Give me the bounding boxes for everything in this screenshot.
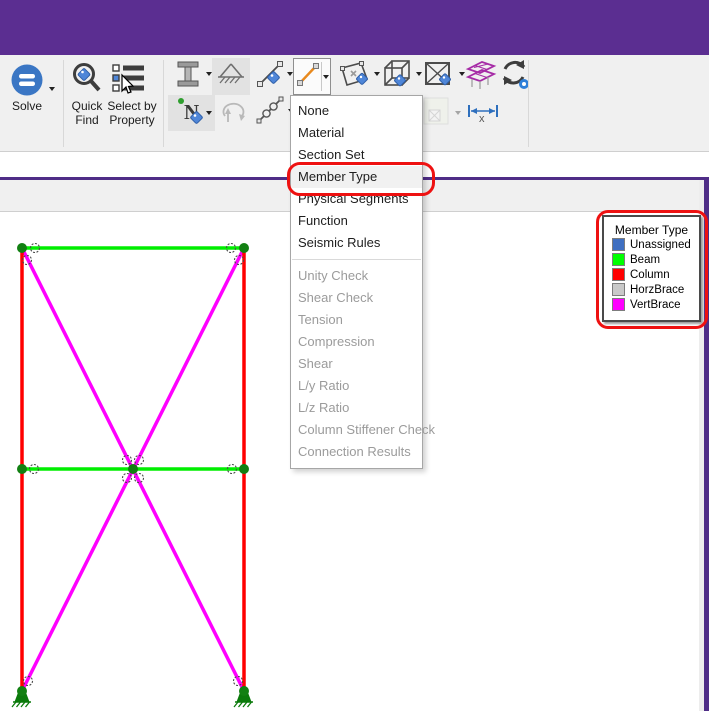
ribbon-separator xyxy=(528,60,529,147)
menu-item-lz-ratio: L/z Ratio xyxy=(298,400,350,415)
area-tag-icon xyxy=(421,58,457,95)
menu-item-ly-ratio: L/y Ratio xyxy=(298,378,350,393)
quick-find-button[interactable] xyxy=(70,61,104,100)
render-caret-icon xyxy=(455,111,461,118)
node-label-button[interactable]: N xyxy=(168,95,215,131)
menu-item-none[interactable]: None xyxy=(291,100,422,122)
line-color-by-button[interactable] xyxy=(293,58,331,95)
member-label-button[interactable] xyxy=(253,60,287,92)
quick-find-icon xyxy=(70,61,104,100)
legend-label-column: Column xyxy=(630,268,670,281)
menu-item-unity-check: Unity Check xyxy=(298,268,369,283)
menu-item-shear: Shear xyxy=(298,356,333,371)
legend-title: Member Type xyxy=(614,223,689,237)
view-panel-right-border xyxy=(704,177,709,711)
menu-item-member-type[interactable]: Member Type xyxy=(291,166,422,188)
menu-item-function[interactable]: Function xyxy=(291,210,422,232)
cube-select-button[interactable] xyxy=(379,59,415,93)
window-titlebar xyxy=(0,0,709,55)
ribbon-separator xyxy=(163,60,164,147)
area-select-button[interactable] xyxy=(421,60,457,92)
legend-row: Column xyxy=(612,267,699,282)
menu-item-column-stiffener-check: Column Stiffener Check xyxy=(298,422,436,437)
color-by-dropdown-menu: None Material Section Set Member Type Ph… xyxy=(290,95,436,469)
menu-item-tension: Tension xyxy=(298,312,343,327)
member-type-legend: Member Type Unassigned Beam Column HorzB… xyxy=(602,215,701,322)
legend-swatch-vertbrace xyxy=(612,298,625,311)
ribbon-separator xyxy=(63,60,64,147)
i-beam-section-icon xyxy=(173,59,203,94)
solve-dropdown-caret-icon[interactable] xyxy=(49,87,55,94)
legend-swatch-horzbrace xyxy=(612,283,625,296)
floor-planes-icon xyxy=(463,56,497,97)
support-icon xyxy=(215,59,247,94)
legend-swatch-column xyxy=(612,268,625,281)
dimension-axis-label: x xyxy=(479,113,485,125)
menu-separator xyxy=(292,259,421,260)
legend-row: Beam xyxy=(612,252,699,267)
polygon-tag-icon xyxy=(336,58,372,95)
legend-label-unassigned: Unassigned xyxy=(630,238,691,251)
render-button-disabled xyxy=(422,96,450,131)
rotation-icon xyxy=(219,96,249,131)
floor-planes-button[interactable] xyxy=(463,58,497,94)
line-color-by-icon xyxy=(295,60,321,93)
select-by-property-button[interactable] xyxy=(110,63,146,97)
render-icon xyxy=(422,96,450,131)
node-tag-icon: N xyxy=(175,95,209,132)
legend-label-vertbrace: VertBrace xyxy=(630,298,681,311)
section-button[interactable] xyxy=(172,60,204,92)
support-button[interactable] xyxy=(212,58,250,95)
select-by-property-icon xyxy=(110,61,146,100)
releases-icon xyxy=(254,94,286,131)
legend-swatch-beam xyxy=(612,253,625,266)
solve-button[interactable] xyxy=(10,63,44,102)
node-label-caret-icon[interactable] xyxy=(206,111,212,118)
releases-button[interactable] xyxy=(253,96,287,128)
solve-icon xyxy=(10,63,44,102)
menu-item-physical-segments[interactable]: Physical Segments xyxy=(291,188,422,210)
legend-row: Unassigned xyxy=(612,237,699,252)
rotation-button-disabled xyxy=(218,97,250,129)
legend-label-horzbrace: HorzBrace xyxy=(630,283,685,296)
legend-row: VertBrace xyxy=(612,297,699,312)
select-by-property-label: Select by Property xyxy=(107,99,157,128)
legend-label-beam: Beam xyxy=(630,253,661,266)
legend-swatch-unassigned xyxy=(612,238,625,251)
legend-row: HorzBrace xyxy=(612,282,699,297)
solve-label: Solve xyxy=(11,99,43,113)
split-button-divider xyxy=(321,62,322,91)
menu-item-connection-results: Connection Results xyxy=(298,444,411,459)
member-tag-icon xyxy=(254,58,286,95)
polygon-select-button[interactable] xyxy=(336,60,372,92)
menu-item-section-set[interactable]: Section Set xyxy=(291,144,422,166)
line-color-by-caret-icon[interactable] xyxy=(323,75,329,82)
cube-tag-icon xyxy=(379,57,415,96)
menu-item-seismic-rules[interactable]: Seismic Rules xyxy=(291,232,422,254)
menu-item-shear-check: Shear Check xyxy=(298,290,374,305)
menu-item-material[interactable]: Material xyxy=(291,122,422,144)
menu-item-compression: Compression xyxy=(298,334,375,349)
